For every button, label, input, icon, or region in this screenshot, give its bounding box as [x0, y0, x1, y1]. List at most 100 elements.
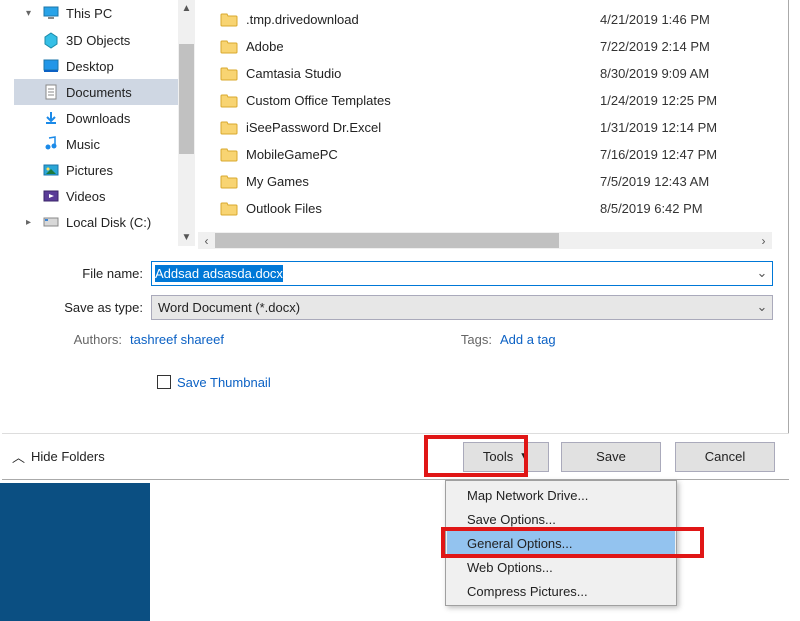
- file-list[interactable]: .tmp.drivedownload4/21/2019 1:46 PMAdobe…: [206, 6, 770, 226]
- filename-input[interactable]: Addsad adsasda.docx ⌄: [151, 261, 773, 286]
- file-row[interactable]: .tmp.drivedownload4/21/2019 1:46 PM: [206, 6, 770, 33]
- tree-item-desktop[interactable]: Desktop: [14, 53, 190, 79]
- dialog-bottom-bar: ︿ Hide Folders Tools ▼ Save Cancel: [2, 433, 789, 479]
- scroll-down-icon[interactable]: ▼: [178, 229, 195, 246]
- tree-item-pc[interactable]: ▾ This PC: [14, 0, 190, 26]
- authors-label: Authors:: [2, 332, 130, 347]
- folder-icon: [218, 9, 240, 31]
- saveastype-value: Word Document (*.docx): [158, 300, 300, 315]
- expand-icon[interactable]: ▸: [26, 217, 36, 228]
- hide-folders-button[interactable]: ︿ Hide Folders: [2, 447, 105, 466]
- tree-scrollbar-thumb[interactable]: [179, 44, 194, 154]
- file-name: Camtasia Studio: [246, 66, 600, 81]
- file-date: 7/16/2019 12:47 PM: [600, 147, 770, 162]
- file-name: MobileGamePC: [246, 147, 600, 162]
- save-form: File name: Addsad adsasda.docx ⌄ Save as…: [2, 258, 789, 396]
- hide-folders-label: Hide Folders: [31, 449, 105, 464]
- file-list-area: .tmp.drivedownload4/21/2019 1:46 PMAdobe…: [198, 0, 778, 249]
- tree-item-label: Pictures: [66, 163, 190, 178]
- tools-menu-item[interactable]: Web Options...: [447, 555, 675, 579]
- expand-icon[interactable]: ▾: [26, 8, 36, 19]
- file-list-hscrollbar[interactable]: ‹ ›: [198, 232, 772, 249]
- tree-item-music[interactable]: Music: [14, 131, 190, 157]
- pc-icon: [42, 4, 60, 22]
- cancel-label: Cancel: [705, 449, 745, 464]
- pictures-icon: [42, 161, 60, 179]
- file-row[interactable]: Custom Office Templates1/24/2019 12:25 P…: [206, 87, 770, 114]
- filename-label: File name:: [2, 266, 151, 281]
- tree-item-label: Music: [66, 137, 190, 152]
- cancel-button[interactable]: Cancel: [675, 442, 775, 472]
- hscroll-right-icon[interactable]: ›: [755, 232, 772, 249]
- tools-menu-item[interactable]: General Options...: [447, 531, 675, 555]
- tools-menu-item[interactable]: Save Options...: [447, 507, 675, 531]
- 3d-icon: [42, 31, 60, 49]
- tree-item-downloads[interactable]: Downloads: [14, 105, 190, 131]
- tree-item-label: Downloads: [66, 111, 190, 126]
- downloads-icon: [42, 109, 60, 127]
- tree-item-3d[interactable]: 3D Objects: [14, 27, 190, 53]
- folder-icon: [218, 63, 240, 85]
- saveastype-label: Save as type:: [2, 300, 151, 315]
- file-date: 7/22/2019 2:14 PM: [600, 39, 770, 54]
- save-thumbnail-checkbox[interactable]: [157, 375, 171, 389]
- file-name: My Games: [246, 174, 600, 189]
- save-as-dialog: ▾ This PC 3D Objects Desktop Documents Downlo…: [2, 0, 789, 480]
- file-date: 8/5/2019 6:42 PM: [600, 201, 770, 216]
- file-date: 7/5/2019 12:43 AM: [600, 174, 770, 189]
- navigation-tree[interactable]: ▾ This PC 3D Objects Desktop Documents Downlo…: [14, 0, 190, 250]
- scroll-up-icon[interactable]: ▲: [178, 0, 195, 17]
- tools-menu[interactable]: Map Network Drive...Save Options...Gener…: [445, 480, 677, 606]
- tree-item-pictures[interactable]: Pictures: [14, 157, 190, 183]
- tree-item-documents[interactable]: Documents: [14, 79, 190, 105]
- tree-item-label: Documents: [66, 85, 190, 100]
- file-row[interactable]: iSeePassword Dr.Excel1/31/2019 12:14 PM: [206, 114, 770, 141]
- filename-value: Addsad adsasda.docx: [155, 265, 283, 282]
- tools-button[interactable]: Tools ▼: [463, 442, 549, 472]
- saveastype-select[interactable]: Word Document (*.docx) ⌄: [151, 295, 773, 320]
- filename-dropdown-icon[interactable]: ⌄: [752, 262, 772, 285]
- save-button[interactable]: Save: [561, 442, 661, 472]
- authors-value[interactable]: tashreef shareef: [130, 332, 224, 347]
- tools-menu-item[interactable]: Map Network Drive...: [447, 483, 675, 507]
- tree-item-label: Videos: [66, 189, 190, 204]
- tree-item-label: Desktop: [66, 59, 190, 74]
- file-row[interactable]: My Games7/5/2019 12:43 AM: [206, 168, 770, 195]
- folder-icon: [218, 144, 240, 166]
- background-blue-strip: [0, 483, 150, 621]
- file-date: 1/24/2019 12:25 PM: [600, 93, 770, 108]
- hscroll-left-icon[interactable]: ‹: [198, 232, 215, 249]
- tools-label: Tools: [483, 449, 513, 464]
- tags-label: Tags:: [444, 332, 500, 347]
- tags-value[interactable]: Add a tag: [500, 332, 556, 347]
- caret-down-icon: ▼: [519, 451, 529, 462]
- file-name: Outlook Files: [246, 201, 600, 216]
- tools-menu-item[interactable]: Compress Pictures...: [447, 579, 675, 603]
- music-icon: [42, 135, 60, 153]
- folder-icon: [218, 198, 240, 220]
- chevron-up-icon: ︿: [12, 447, 25, 466]
- folder-icon: [218, 117, 240, 139]
- save-thumbnail-label[interactable]: Save Thumbnail: [177, 375, 271, 390]
- tree-scrollbar[interactable]: ▲ ▼: [178, 0, 195, 246]
- videos-icon: [42, 187, 60, 205]
- folder-icon: [218, 171, 240, 193]
- documents-icon: [42, 83, 60, 101]
- save-label: Save: [596, 449, 626, 464]
- file-row[interactable]: Adobe7/22/2019 2:14 PM: [206, 33, 770, 60]
- file-date: 4/21/2019 1:46 PM: [600, 12, 770, 27]
- file-row[interactable]: MobileGamePC7/16/2019 12:47 PM: [206, 141, 770, 168]
- tree-item-disk[interactable]: ▸ Local Disk (C:): [14, 209, 190, 235]
- desktop-icon: [42, 57, 60, 75]
- disk-icon: [42, 213, 60, 231]
- tree-item-label: This PC: [66, 6, 190, 21]
- file-date: 8/30/2019 9:09 AM: [600, 66, 770, 81]
- saveastype-dropdown-icon[interactable]: ⌄: [752, 296, 772, 319]
- tree-item-label: Local Disk (C:): [66, 215, 190, 230]
- file-name: .tmp.drivedownload: [246, 12, 600, 27]
- file-row[interactable]: Outlook Files8/5/2019 6:42 PM: [206, 195, 770, 222]
- folder-icon: [218, 90, 240, 112]
- hscroll-thumb[interactable]: [215, 233, 559, 248]
- file-row[interactable]: Camtasia Studio8/30/2019 9:09 AM: [206, 60, 770, 87]
- tree-item-videos[interactable]: Videos: [14, 183, 190, 209]
